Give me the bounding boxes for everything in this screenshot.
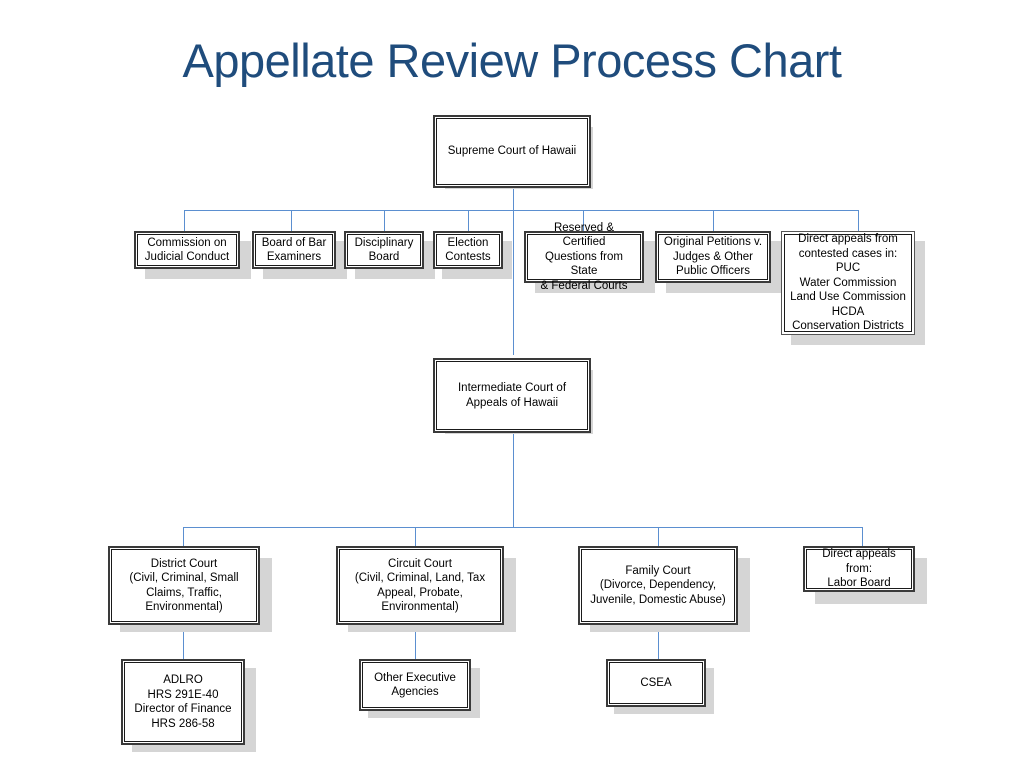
node-supreme-court-label: Supreme Court of Hawaii bbox=[447, 145, 577, 158]
node-direct-appeals-labor-label: Direct appeals from: Labor Board bbox=[822, 548, 896, 590]
node-original-petitions-label: Original Petitions v. Judges & Other Pub… bbox=[663, 236, 763, 278]
node-original-petitions[interactable]: Original Petitions v. Judges & Other Pub… bbox=[655, 231, 771, 283]
node-reserved-certified-questions-label: Reserved & Certified Questions from Stat… bbox=[540, 221, 628, 292]
node-supreme-court[interactable]: Supreme Court of Hawaii bbox=[433, 115, 591, 188]
node-intermediate-court-label: Intermediate Court of Appeals of Hawaii bbox=[457, 382, 567, 409]
connector-drop-disciplinary bbox=[384, 210, 385, 232]
connector-drop-election bbox=[468, 210, 469, 232]
connector-drop-direct-appeals-contested bbox=[858, 210, 859, 232]
connector-drop-original-petitions bbox=[713, 210, 714, 232]
node-direct-appeals-contested-label: Direct appeals from contested cases in: … bbox=[790, 233, 906, 333]
node-csea-label: CSEA bbox=[640, 676, 672, 689]
page-title: Appellate Review Process Chart bbox=[182, 34, 842, 87]
connector-bus-row2 bbox=[184, 210, 859, 211]
node-district-court[interactable]: District Court (Civil, Criminal, Small C… bbox=[108, 546, 260, 625]
connector-drop-labor-board bbox=[862, 527, 863, 547]
connector-bus-row4 bbox=[183, 527, 863, 528]
connector-spine-ica-down bbox=[513, 432, 514, 527]
connector-drop-circuit-court bbox=[415, 527, 416, 547]
node-disciplinary-board[interactable]: Disciplinary Board bbox=[344, 231, 424, 269]
node-direct-appeals-contested[interactable]: Direct appeals from contested cases in: … bbox=[781, 231, 915, 335]
node-election-contests-label: Election Contests bbox=[445, 236, 491, 264]
node-direct-appeals-labor[interactable]: Direct appeals from: Labor Board bbox=[803, 546, 915, 592]
node-district-court-label: District Court (Civil, Criminal, Small C… bbox=[129, 557, 239, 614]
node-commission-judicial-conduct-label: Commission on Judicial Conduct bbox=[144, 236, 230, 264]
node-board-bar-examiners-label: Board of Bar Examiners bbox=[261, 236, 327, 264]
node-disciplinary-board-label: Disciplinary Board bbox=[354, 236, 414, 264]
node-other-executive-agencies[interactable]: Other Executive Agencies bbox=[359, 659, 471, 711]
node-csea[interactable]: CSEA bbox=[606, 659, 706, 707]
connector-drop-family-court bbox=[658, 527, 659, 547]
node-family-court[interactable]: Family Court (Divorce, Dependency, Juven… bbox=[578, 546, 738, 625]
node-adlro[interactable]: ADLRO HRS 291E-40 Director of Finance HR… bbox=[121, 659, 245, 745]
node-adlro-label: ADLRO HRS 291E-40 Director of Finance HR… bbox=[134, 674, 232, 730]
node-election-contests[interactable]: Election Contests bbox=[433, 231, 503, 269]
connector-spine-supreme-to-ica bbox=[513, 188, 514, 355]
node-intermediate-court[interactable]: Intermediate Court of Appeals of Hawaii bbox=[433, 358, 591, 433]
node-circuit-court[interactable]: Circuit Court (Civil, Criminal, Land, Ta… bbox=[336, 546, 504, 625]
node-commission-judicial-conduct[interactable]: Commission on Judicial Conduct bbox=[134, 231, 240, 269]
connector-drop-commission bbox=[184, 210, 185, 232]
node-reserved-certified-questions[interactable]: Reserved & Certified Questions from Stat… bbox=[524, 222, 644, 292]
connector-drop-district-court bbox=[183, 527, 184, 547]
node-other-executive-agencies-label: Other Executive Agencies bbox=[374, 671, 456, 699]
node-board-bar-examiners[interactable]: Board of Bar Examiners bbox=[252, 231, 336, 269]
node-circuit-court-label: Circuit Court (Civil, Criminal, Land, Ta… bbox=[354, 557, 486, 614]
node-family-court-label: Family Court (Divorce, Dependency, Juven… bbox=[590, 564, 726, 606]
connector-drop-bar-examiners bbox=[291, 210, 292, 232]
chart-canvas: Appellate Review Process Chart Supreme C… bbox=[0, 0, 1024, 768]
